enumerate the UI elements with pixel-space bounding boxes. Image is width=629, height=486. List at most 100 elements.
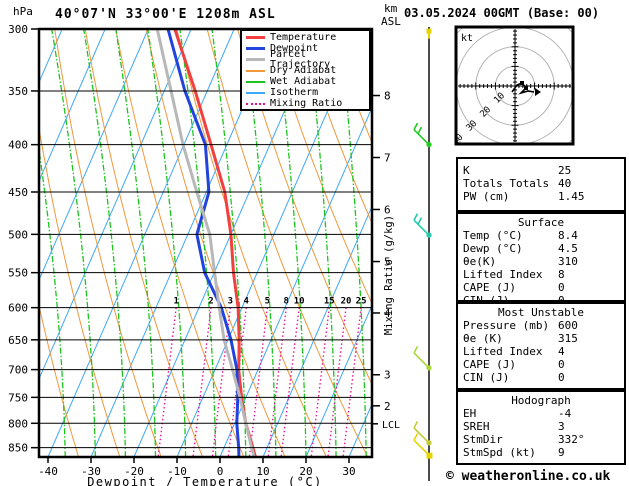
row-value: 40: [558, 177, 572, 190]
row-value: 310: [558, 255, 578, 268]
row-label: EH: [463, 407, 477, 420]
table-row: CAPE (J) 0: [463, 358, 624, 371]
pressure-tick-label: 300: [8, 23, 28, 36]
lcl-label: LCL: [382, 420, 400, 431]
table-row: StmDir 332°: [463, 433, 624, 446]
table-row: EH -4: [463, 407, 624, 420]
table-row: Lifted Index 8: [463, 268, 624, 281]
pressure-tick-label: 750: [8, 391, 28, 404]
row-label: Dewp (°C): [463, 242, 523, 255]
copyright-footer: © weatheronline.co.uk: [446, 469, 611, 484]
legend-line-sample: [246, 80, 265, 83]
legend-label: Wet Adiabat: [270, 75, 337, 87]
legend-item: Wet Adiabat: [246, 76, 369, 87]
skewt-page: hPa 40°07'N 33°00'E 1208m ASL km ASL 03.…: [0, 0, 629, 486]
temperature-tick-label: -40: [38, 465, 58, 478]
km-tick-label: 2: [384, 400, 391, 413]
mixing-ratio-lines: [157, 307, 362, 457]
row-value: 332°: [558, 433, 585, 446]
km-tick-label: 7: [384, 152, 391, 165]
panel-indices: K 25 Totals Totals 40 PW (cm) 1.45: [456, 157, 626, 212]
table-row: θe (K) 315: [463, 332, 624, 345]
legend-item: Temperature: [246, 32, 369, 43]
pressure-tick-label: 500: [8, 228, 28, 241]
pressure-tick-label: 650: [8, 334, 28, 347]
panel-surface: Surface Temp (°C) 8.4 Dewp (°C) 4.5 θe(K…: [456, 212, 626, 307]
panel-header: Surface: [517, 216, 565, 229]
legend-item: Isotherm: [246, 87, 369, 98]
row-label: θe (K): [463, 332, 503, 345]
hodograph-ring-label: 10: [492, 91, 507, 106]
row-value: -4: [558, 407, 572, 420]
mixing-ratio-label: 5: [265, 297, 270, 307]
row-value: 4.5: [558, 242, 578, 255]
legend-label: Temperature: [270, 31, 337, 43]
table-row: StmSpd (kt) 9: [463, 446, 624, 459]
pressure-tick-label: 550: [8, 267, 28, 280]
hodograph-unit-label: kt: [461, 33, 473, 44]
km-tick-label: 6: [384, 203, 391, 216]
row-label: Pressure (mb): [463, 319, 550, 332]
row-value: 0: [558, 371, 565, 384]
pressure-tick-label: 800: [8, 417, 28, 430]
row-label: K: [463, 164, 470, 177]
row-value: 9: [558, 446, 565, 459]
table-row: PW (cm) 1.45: [463, 190, 624, 203]
mixing-ratio-label: 10: [294, 297, 305, 307]
table-row: SREH 3: [463, 420, 624, 433]
row-value: 0: [558, 281, 565, 294]
km-tick-label: 8: [384, 90, 391, 103]
row-label: PW (cm): [463, 190, 510, 203]
row-label: Temp (°C): [463, 229, 523, 242]
pressure-tick-label: 600: [8, 302, 28, 315]
row-label: StmSpd (kt): [463, 446, 536, 459]
legend-label: Isotherm: [270, 86, 319, 98]
table-row: Lifted Index 4: [463, 345, 624, 358]
panel-most-unstable: Most Unstable Pressure (mb) 600 θe (K) 3…: [456, 302, 626, 390]
chart-legend: Temperature Dewpoint Parcel Trajectory Dry …: [240, 29, 371, 111]
row-label: StmDir: [463, 433, 503, 446]
panel-hodograph: Hodograph EH -4 SREH 3 StmDir 332° StmSp…: [456, 390, 626, 465]
temperature-axis-title: Dewpoint / Temperature (°C): [87, 475, 323, 486]
row-value: 600: [558, 319, 578, 332]
mixing-ratio-label: 15: [324, 297, 335, 307]
legend-line-sample: [246, 102, 265, 105]
row-label: CAPE (J): [463, 358, 516, 371]
legend-label: Dry Adiabat: [270, 64, 337, 76]
km-tick-label: 3: [384, 369, 391, 382]
mixing-ratio-labels: 1 2 3 4 5 8 10 15 20 25: [173, 297, 366, 307]
mixing-ratio-label: 3: [228, 297, 233, 307]
row-value: 0: [558, 358, 565, 371]
legend-line-sample: [246, 69, 265, 72]
mixing-ratio-label: 8: [284, 297, 289, 307]
table-row: Totals Totals 40: [463, 177, 624, 190]
pressure-tick-label: 850: [8, 442, 28, 455]
row-label: Lifted Index: [463, 268, 543, 281]
row-label: Totals Totals: [463, 177, 550, 190]
wind-barb: [426, 28, 432, 39]
legend-line-sample: [246, 58, 265, 61]
mixing-ratio-label: 4: [244, 297, 250, 307]
table-row: CIN (J) 0: [463, 371, 624, 384]
pressure-tick-label: 700: [8, 364, 28, 377]
row-value: 4: [558, 345, 565, 358]
mixing-ratio-label: 2: [208, 297, 213, 307]
table-row: Dewp (°C) 4.5: [463, 242, 624, 255]
pressure-tick-label: 350: [8, 85, 28, 98]
row-label: θe(K): [463, 255, 497, 268]
table-row: Temp (°C) 8.4: [463, 229, 624, 242]
legend-item: Mixing Ratio: [246, 98, 369, 109]
row-value: 3: [558, 420, 565, 433]
legend-line-sample: [246, 91, 265, 94]
row-value: 315: [558, 332, 578, 345]
table-row: θe(K) 310: [463, 255, 624, 268]
table-row: CAPE (J) 0: [463, 281, 624, 294]
table-row: Pressure (mb) 600: [463, 319, 624, 332]
mixing-ratio-label: 20: [341, 297, 352, 307]
mixing-ratio-axis-title: Mixing Ratio (g/kg): [383, 215, 395, 335]
pressure-tick-label: 450: [8, 186, 28, 199]
legend-label: Mixing Ratio: [270, 97, 343, 109]
row-label: CAPE (J): [463, 281, 516, 294]
row-label: SREH: [463, 420, 490, 433]
row-value: 25: [558, 164, 572, 177]
